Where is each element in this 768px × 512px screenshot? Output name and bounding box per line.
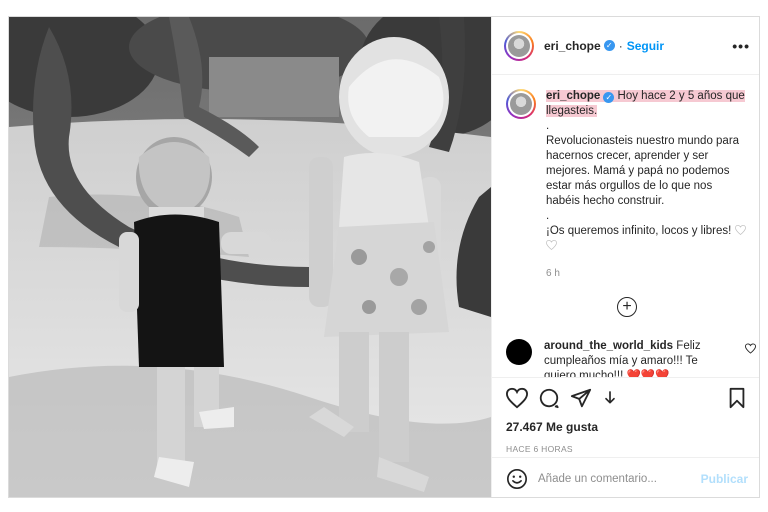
caption-avatar[interactable] bbox=[506, 89, 536, 119]
comment-text-block: around_the_world_kids Feliz cumpleaños m… bbox=[544, 339, 722, 377]
dot-separator: · bbox=[618, 38, 623, 53]
add-comment-input[interactable] bbox=[538, 472, 698, 485]
emoji-icon[interactable] bbox=[506, 468, 528, 490]
verified-badge-icon: ✓ bbox=[603, 92, 615, 103]
avatar-image bbox=[508, 34, 530, 57]
post-header: eri_chope ✓ · Seguir ••• bbox=[492, 17, 759, 75]
bookmark-icon[interactable] bbox=[726, 387, 748, 409]
caption-time[interactable]: 6 h bbox=[546, 266, 746, 281]
caption-line: Revolucionasteis nuestro mundo para hace… bbox=[546, 135, 740, 207]
caption-line: ¡Os queremos infinito, locos y libres! bbox=[546, 225, 732, 237]
comment-icon[interactable] bbox=[538, 387, 560, 409]
comment-avatar[interactable] bbox=[506, 339, 532, 365]
comment-like-heart-icon[interactable] bbox=[745, 343, 756, 354]
publish-button[interactable]: Publicar bbox=[701, 472, 748, 486]
heart-icon[interactable] bbox=[506, 387, 528, 409]
caption-username[interactable]: eri_chope bbox=[546, 90, 600, 102]
caption: eri_chope ✓ Hoy hace 2 y 5 años que llega… bbox=[506, 89, 748, 281]
more-options-icon[interactable]: ••• bbox=[732, 38, 750, 54]
instagram-post-embed: eri_chope ✓ · Seguir ••• eri_chope ✓ Hoy … bbox=[8, 16, 760, 498]
action-icons bbox=[506, 386, 748, 410]
header-username[interactable]: eri_chope bbox=[544, 39, 601, 53]
post-photo[interactable] bbox=[9, 17, 491, 497]
caption-highlight: eri_chope ✓ Hoy hace 2 y 5 años que llega… bbox=[546, 90, 745, 117]
avatar[interactable] bbox=[504, 30, 534, 61]
list-item: around_the_world_kids Feliz cumpleaños m… bbox=[506, 339, 756, 377]
likes-count[interactable]: 27.467 Me gusta bbox=[506, 420, 748, 434]
comments-section: eri_chope ✓ Hoy hace 2 y 5 años que llega… bbox=[492, 75, 759, 377]
caption-line: . bbox=[546, 210, 550, 222]
download-arrow-icon[interactable] bbox=[602, 390, 618, 406]
caption-body: eri_chope ✓ Hoy hace 2 y 5 años que llega… bbox=[546, 89, 746, 281]
caption-line: . bbox=[546, 120, 550, 132]
follow-button[interactable]: Seguir bbox=[627, 39, 664, 53]
post-side-panel: eri_chope ✓ · Seguir ••• eri_chope ✓ Hoy … bbox=[491, 17, 759, 497]
post-timestamp[interactable]: HACE 6 HORAS bbox=[506, 444, 748, 454]
white-heart-icon bbox=[546, 240, 557, 250]
comment-username[interactable]: around_the_world_kids bbox=[544, 340, 673, 352]
add-comment-bar: Publicar bbox=[492, 457, 759, 497]
white-heart-icon bbox=[734, 225, 746, 235]
load-more-comments-button[interactable]: + bbox=[617, 297, 637, 317]
verified-badge-icon: ✓ bbox=[603, 40, 615, 51]
photo-children-beach-bw bbox=[9, 17, 491, 497]
share-icon[interactable] bbox=[570, 387, 592, 409]
load-more-comments: + bbox=[492, 297, 759, 317]
